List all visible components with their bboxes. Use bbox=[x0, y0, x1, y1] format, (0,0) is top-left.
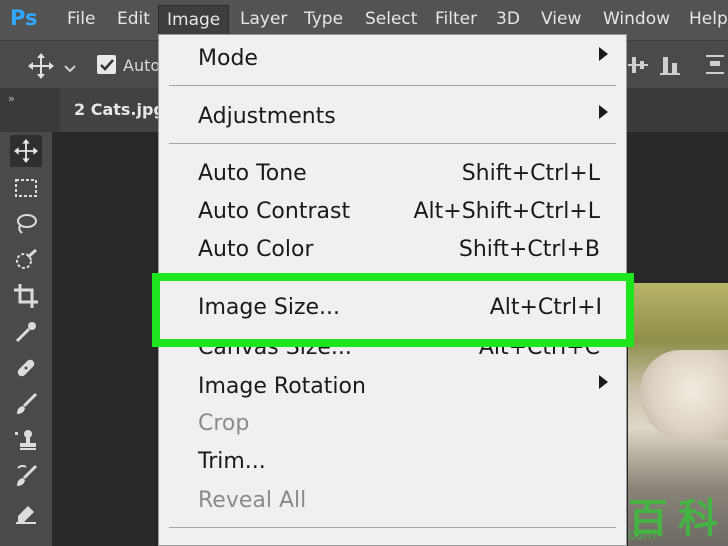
quick-select-icon[interactable] bbox=[10, 244, 42, 276]
menu-help[interactable]: Help bbox=[689, 9, 728, 29]
shortcut-auto-color: Shift+Ctrl+B bbox=[458, 237, 600, 262]
submenu-arrow-icon bbox=[599, 375, 608, 389]
menu-item-auto-color[interactable]: Auto Color bbox=[198, 237, 314, 262]
align-icon[interactable] bbox=[628, 53, 648, 81]
menu-separator bbox=[169, 527, 616, 528]
highlighted-menu-item-image-size[interactable]: Image Size... Alt+Ctrl+I bbox=[152, 273, 634, 347]
cat-photo-detail bbox=[640, 350, 728, 440]
document-tab[interactable]: 2 Cats.jpg ( bbox=[60, 88, 178, 132]
menu-file[interactable]: File bbox=[67, 9, 95, 29]
menu-item-auto-tone[interactable]: Auto Tone bbox=[198, 161, 307, 186]
menu-3d[interactable]: 3D bbox=[496, 9, 520, 29]
shortcut-auto-tone: Shift+Ctrl+L bbox=[461, 161, 600, 186]
menu-type[interactable]: Type bbox=[304, 9, 343, 29]
menu-separator bbox=[169, 85, 616, 86]
move-icon[interactable] bbox=[10, 135, 42, 167]
align-bottom-icon[interactable] bbox=[660, 53, 680, 81]
submenu-arrow-icon bbox=[599, 105, 608, 119]
menu-item-adjustments[interactable]: Adjustments bbox=[198, 104, 336, 129]
collapse-panels-icon[interactable]: » bbox=[8, 92, 15, 105]
auto-select-checkbox[interactable] bbox=[97, 55, 116, 74]
distribute-icon[interactable] bbox=[704, 53, 726, 81]
move-tool-icon[interactable] bbox=[28, 53, 54, 83]
stamp-icon[interactable] bbox=[10, 424, 42, 456]
menu-item-trim[interactable]: Trim... bbox=[198, 449, 266, 474]
lasso-icon[interactable] bbox=[10, 208, 42, 240]
menu-window[interactable]: Window bbox=[603, 9, 670, 29]
shortcut-auto-contrast: Alt+Shift+Ctrl+L bbox=[413, 199, 601, 224]
menu-item-mode[interactable]: Mode bbox=[198, 46, 258, 71]
marquee-icon[interactable] bbox=[10, 172, 42, 204]
history-brush-icon[interactable] bbox=[10, 460, 42, 492]
tools-panel bbox=[0, 132, 52, 546]
eraser-icon[interactable] bbox=[10, 496, 42, 528]
menu-filter[interactable]: Filter bbox=[435, 9, 477, 29]
menu-layer[interactable]: Layer bbox=[240, 9, 287, 29]
menu-item-image-rotation[interactable]: Image Rotation bbox=[198, 374, 366, 399]
auto-select-label: Auto bbox=[123, 56, 161, 75]
menu-image[interactable]: Image bbox=[158, 5, 230, 35]
menu-select[interactable]: Select bbox=[365, 9, 417, 29]
menu-item-reveal-all: Reveal All bbox=[198, 488, 307, 513]
menu-item-auto-contrast[interactable]: Auto Contrast bbox=[198, 199, 350, 224]
menu-edit[interactable]: Edit bbox=[117, 9, 150, 29]
menu-separator bbox=[169, 143, 616, 144]
menu-view[interactable]: View bbox=[541, 9, 581, 29]
submenu-arrow-icon bbox=[599, 47, 608, 61]
menu-item-image-size[interactable]: Image Size... bbox=[198, 295, 340, 320]
crop-icon[interactable] bbox=[10, 280, 42, 312]
shortcut-image-size: Alt+Ctrl+I bbox=[489, 295, 602, 320]
healing-icon[interactable] bbox=[10, 352, 42, 384]
eyedropper-icon[interactable] bbox=[10, 316, 42, 348]
photoshop-logo: Ps bbox=[10, 6, 38, 30]
chevron-down-icon[interactable] bbox=[64, 59, 76, 78]
brush-icon[interactable] bbox=[10, 388, 42, 420]
menu-item-crop: Crop bbox=[198, 411, 250, 436]
